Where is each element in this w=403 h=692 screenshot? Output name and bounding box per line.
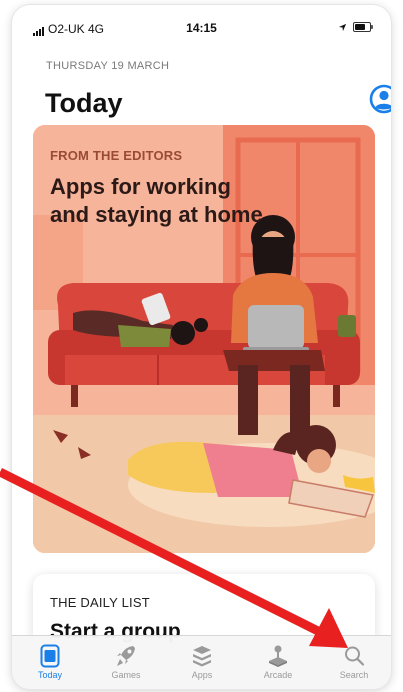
featured-story-card[interactable]: FROM THE EDITORS Apps for working and st… xyxy=(33,125,375,553)
tab-apps[interactable]: Apps xyxy=(164,636,240,689)
tab-games-label: Games xyxy=(111,670,141,680)
tab-today[interactable]: Today xyxy=(12,636,88,689)
tab-arcade[interactable]: Arcade xyxy=(240,636,316,689)
card-eyebrow: FROM THE EDITORS xyxy=(50,148,183,163)
card-headline-line-2: and staying at home xyxy=(50,202,263,227)
tab-search-label: Search xyxy=(339,670,369,680)
tab-games[interactable]: Games xyxy=(88,636,164,689)
battery-icon xyxy=(353,22,373,32)
clock: 14:15 xyxy=(186,21,217,35)
joystick-icon xyxy=(269,645,287,667)
tab-today-label: Today xyxy=(37,670,63,680)
page-title: Today xyxy=(45,88,123,118)
daily-list-eyebrow: THE DAILY LIST xyxy=(50,595,150,610)
rocket-icon xyxy=(117,646,135,666)
app-store-screen: O2-UK 4G 14:15 THURSDAY 19 MARCH Today F… xyxy=(12,5,391,689)
tab-arcade-label: Arcade xyxy=(263,670,293,680)
stack-icon xyxy=(193,646,211,667)
card-headline-line-1: Apps for working xyxy=(50,174,231,199)
tab-search[interactable]: Search xyxy=(316,636,391,689)
status-indicators xyxy=(338,22,373,32)
tab-apps-label: Apps xyxy=(191,670,213,680)
location-arrow-icon xyxy=(338,23,347,31)
tab-bar: Today Games Apps Arcade Search xyxy=(12,635,391,689)
account-icon[interactable] xyxy=(369,84,391,114)
card-headline: Apps for working and staying at home xyxy=(50,173,263,229)
today-icon xyxy=(40,644,60,668)
status-bar: O2-UK 4G 14:15 xyxy=(12,5,391,36)
search-icon xyxy=(345,646,365,666)
date-label: THURSDAY 19 MARCH xyxy=(46,60,170,72)
